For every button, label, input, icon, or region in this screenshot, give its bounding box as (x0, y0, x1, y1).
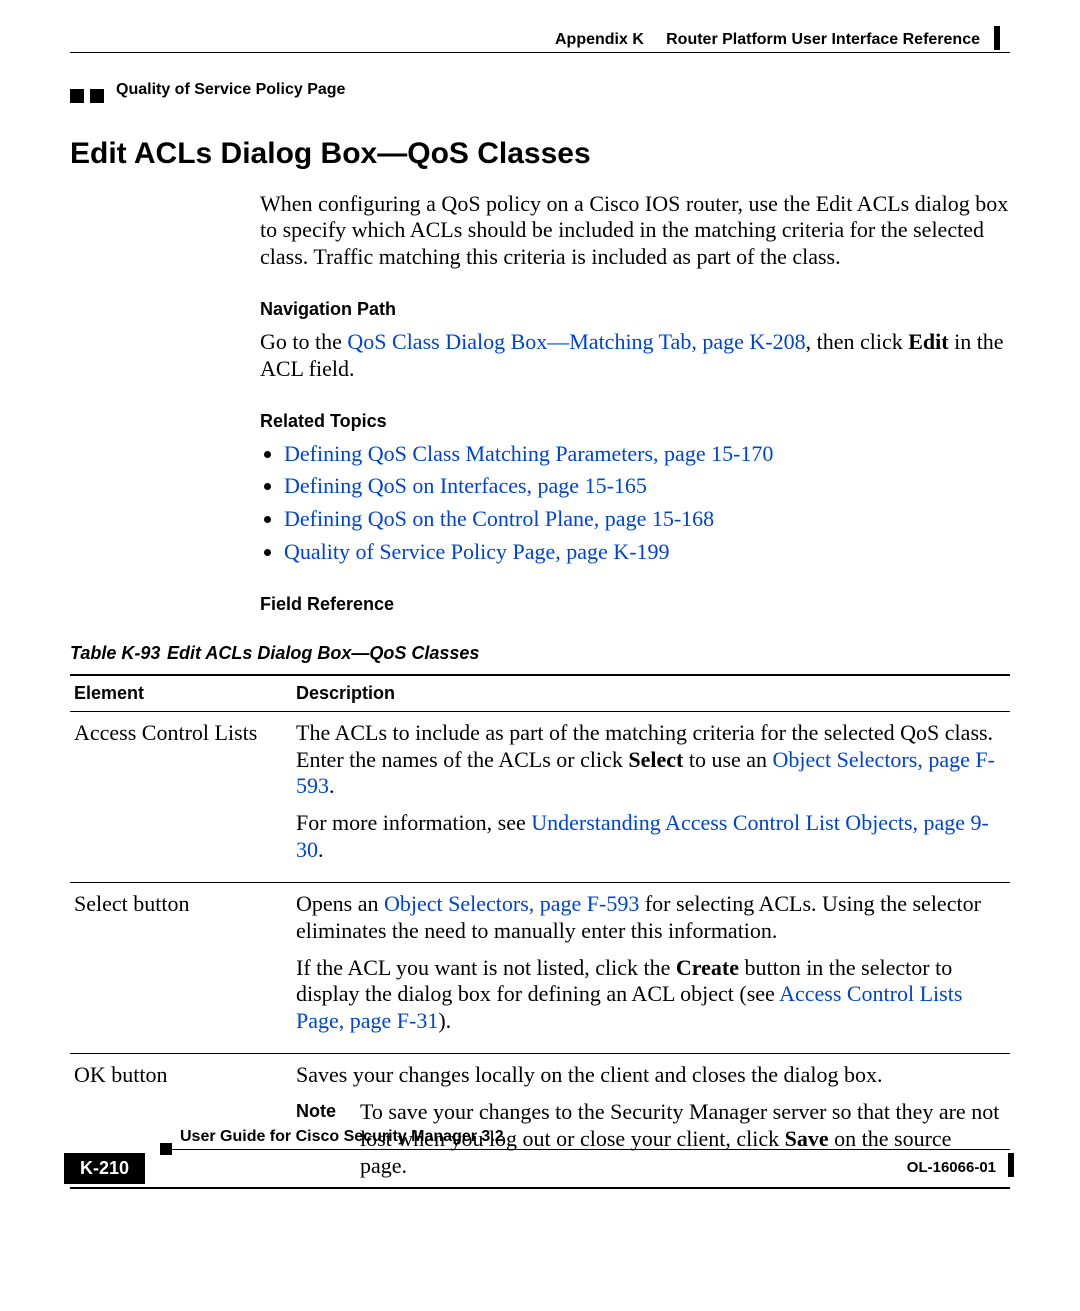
related-link[interactable]: Defining QoS on Interfaces, page 15-165 (284, 473, 647, 498)
footer-guide-title: User Guide for Cisco Security Manager 3.… (180, 1127, 504, 1147)
list-item: Defining QoS Class Matching Parameters, … (284, 441, 1010, 468)
related-link[interactable]: Defining QoS on the Control Plane, page … (284, 506, 714, 531)
table-row: Select button Opens an Object Selectors,… (70, 882, 1010, 1053)
table-header-row: Element Description (70, 675, 1010, 711)
appendix-title: Router Platform User Interface Reference (666, 31, 980, 48)
description-cell: Opens an Object Selectors, page F-593 fo… (292, 882, 1010, 1053)
related-link[interactable]: Defining QoS Class Matching Parameters, … (284, 441, 773, 466)
field-reference-heading: Field Reference (260, 594, 1010, 616)
related-topics-list: Defining QoS Class Matching Parameters, … (260, 441, 1010, 566)
intro-block: When configuring a QoS policy on a Cisco… (260, 191, 1010, 616)
table-number: Table K-93 (70, 642, 162, 665)
nav-path-link[interactable]: QoS Class Dialog Box—Matching Tab, page … (347, 329, 805, 354)
element-cell: Access Control Lists (70, 711, 292, 882)
related-topics-heading: Related Topics (260, 411, 1010, 433)
description-cell: The ACLs to include as part of the match… (292, 711, 1010, 882)
object-selectors-link[interactable]: Object Selectors, page F-593 (384, 891, 639, 916)
header-section: Quality of Service Policy Page (116, 80, 345, 100)
list-item: Defining QoS on the Control Plane, page … (284, 506, 1010, 533)
table-caption: Table K-93 Edit ACLs Dialog Box—QoS Clas… (70, 642, 1010, 665)
page-header: Appendix K Router Platform User Interfac… (70, 30, 1010, 80)
footer-rule (160, 1149, 1010, 1150)
appendix-label: Appendix K (555, 31, 644, 48)
footer-doc-number: OL-16066-01 (907, 1159, 996, 1178)
table-title: Edit ACLs Dialog Box—QoS Classes (167, 643, 479, 663)
nav-path-text: Go to the QoS Class Dialog Box—Matching … (260, 329, 1010, 383)
element-cell: Select button (70, 882, 292, 1053)
content-column: Edit ACLs Dialog Box—QoS Classes When co… (70, 135, 1010, 1189)
page-title: Edit ACLs Dialog Box—QoS Classes (70, 135, 1010, 173)
list-item: Quality of Service Policy Page, page K-1… (284, 539, 1010, 566)
nav-path-heading: Navigation Path (260, 299, 1010, 321)
footer-page-number: K-210 (64, 1153, 145, 1184)
nav-path-bold: Edit (908, 329, 948, 354)
col-element: Element (70, 675, 292, 711)
intro-paragraph: When configuring a QoS policy on a Cisco… (260, 191, 1010, 271)
col-description: Description (292, 675, 1010, 711)
header-squares-icon (70, 82, 110, 110)
footer-accent-bar-icon (1008, 1153, 1014, 1177)
related-link[interactable]: Quality of Service Policy Page, page K-1… (284, 539, 670, 564)
header-rule (70, 52, 1010, 53)
page-footer: User Guide for Cisco Security Manager 3.… (70, 1131, 1010, 1191)
table-row: Access Control Lists The ACLs to include… (70, 711, 1010, 882)
header-right: Appendix K Router Platform User Interfac… (555, 30, 980, 50)
header-accent-bar-icon (994, 26, 1000, 50)
list-item: Defining QoS on Interfaces, page 15-165 (284, 473, 1010, 500)
field-reference-table: Element Description Access Control Lists… (70, 674, 1010, 1189)
